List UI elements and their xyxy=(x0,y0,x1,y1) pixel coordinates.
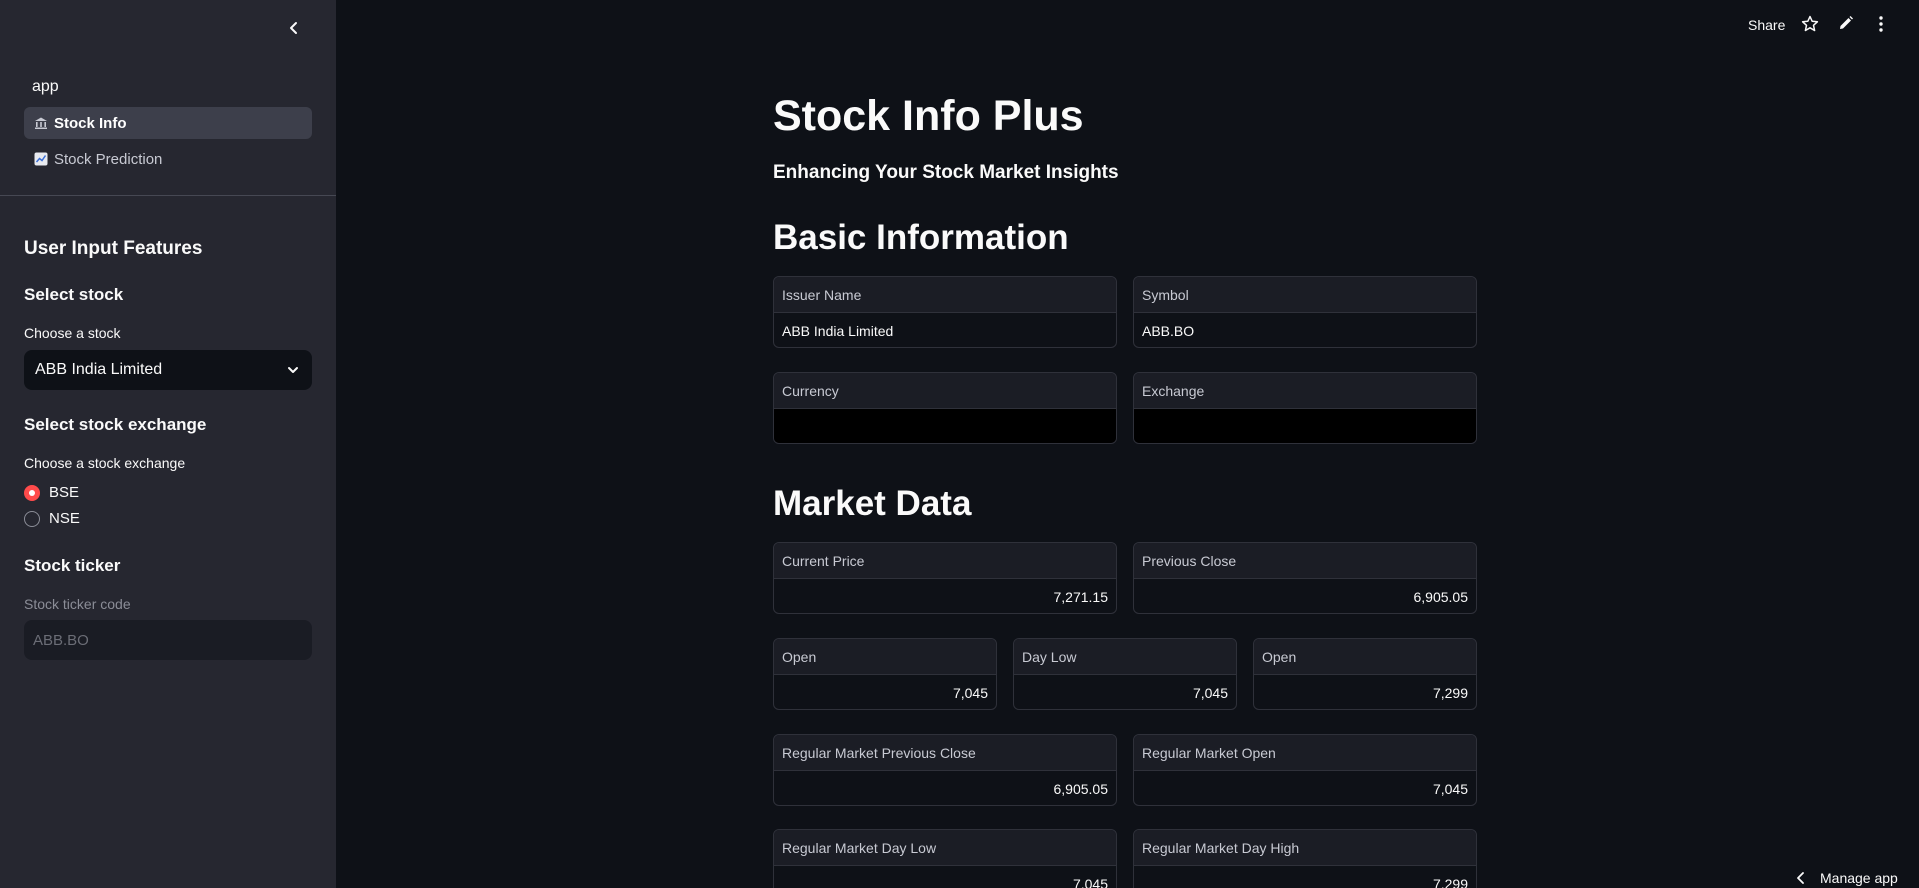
regular-market-day-low-label: Regular Market Day Low xyxy=(774,830,1116,866)
currency-value xyxy=(774,409,1116,443)
regular-market-day-low-card: Regular Market Day Low 7,045 xyxy=(773,829,1117,888)
radio-unselected-icon xyxy=(24,510,40,527)
open-label: Open xyxy=(774,639,996,675)
previous-close-value: 6,905.05 xyxy=(1413,588,1469,605)
regular-market-previous-close-card: Regular Market Previous Close 6,905.05 xyxy=(773,734,1117,806)
currency-label: Currency xyxy=(774,373,1116,409)
more-vertical-icon xyxy=(1879,16,1883,32)
symbol-value: ABB.BO xyxy=(1142,322,1195,339)
chevron-down-icon xyxy=(288,367,298,373)
pencil-icon xyxy=(1840,16,1853,29)
page-title: Stock Info Plus xyxy=(773,92,1084,140)
symbol-label: Symbol xyxy=(1134,277,1476,313)
regular-market-day-low-value: 7,045 xyxy=(1072,875,1108,888)
previous-close-card: Previous Close 6,905.05 xyxy=(1133,542,1477,614)
exchange-label: Exchange xyxy=(1134,373,1476,409)
bank-icon xyxy=(34,116,48,130)
current-price-card: Current Price 7,271.15 xyxy=(773,542,1117,614)
chevron-left-icon xyxy=(1797,872,1804,884)
stock-select-value: ABB India Limited xyxy=(35,361,163,378)
exchange-value xyxy=(1134,409,1476,443)
radio-label: BSE xyxy=(49,484,80,501)
issuer-name-label: Issuer Name xyxy=(774,277,1116,313)
edit-button[interactable] xyxy=(1838,15,1854,31)
sidebar-divider xyxy=(0,195,336,196)
regular-market-open-label: Regular Market Open xyxy=(1134,735,1476,771)
issuer-name-card: Issuer Name ABB India Limited xyxy=(773,276,1117,348)
select-exchange-heading: Select stock exchange xyxy=(24,415,207,434)
star-button[interactable] xyxy=(1801,15,1819,33)
select-stock-heading: Select stock xyxy=(24,285,124,304)
chart-icon xyxy=(34,152,48,166)
choose-exchange-label: Choose a stock exchange xyxy=(24,455,186,471)
nav-item-label: Stock Prediction xyxy=(54,150,163,168)
open-label: Open xyxy=(1254,639,1476,675)
radio-bse[interactable]: BSE xyxy=(24,484,79,501)
user-input-heading: User Input Features xyxy=(24,238,203,259)
previous-close-label: Previous Close xyxy=(1134,543,1476,579)
basic-info-heading: Basic Information xyxy=(773,218,1069,257)
day-low-value: 7,045 xyxy=(1192,684,1228,701)
choose-stock-label: Choose a stock xyxy=(24,325,121,341)
symbol-card: Symbol ABB.BO xyxy=(1133,276,1477,348)
regular-market-open-value: 7,045 xyxy=(1432,780,1468,797)
regular-market-previous-close-label: Regular Market Previous Close xyxy=(774,735,1116,771)
currency-card: Currency xyxy=(773,372,1117,444)
page-subtitle: Enhancing Your Stock Market Insights xyxy=(773,162,1119,183)
radio-selected-icon xyxy=(24,484,40,501)
regular-market-day-high-value: 7,299 xyxy=(1432,875,1468,888)
open-value: 7,045 xyxy=(952,684,988,701)
nav-item-stock-prediction[interactable]: Stock Prediction xyxy=(24,143,312,175)
regular-market-previous-close-value: 6,905.05 xyxy=(1053,780,1109,797)
more-menu-button[interactable] xyxy=(1874,15,1888,33)
radio-nse[interactable]: NSE xyxy=(24,510,80,527)
current-price-value: 7,271.15 xyxy=(1053,588,1109,605)
ticker-input[interactable]: ABB.BO xyxy=(24,620,312,660)
open-value: 7,299 xyxy=(1432,684,1468,701)
chevron-left-icon xyxy=(290,22,297,34)
nav-title[interactable]: app xyxy=(32,78,59,96)
issuer-name-value: ABB India Limited xyxy=(782,322,894,339)
collapse-sidebar-button[interactable] xyxy=(282,16,306,40)
ticker-label: Stock ticker code xyxy=(24,596,131,612)
sidebar: app Stock Info Stock Prediction User Inp… xyxy=(0,0,336,888)
manage-app-label: Manage app xyxy=(1820,870,1898,886)
stock-select[interactable]: ABB India Limited xyxy=(24,350,312,390)
current-price-label: Current Price xyxy=(774,543,1116,579)
open-card-2: Open 7,299 xyxy=(1253,638,1477,710)
radio-label: NSE xyxy=(49,510,80,527)
exchange-card: Exchange xyxy=(1133,372,1477,444)
nav-item-stock-info[interactable]: Stock Info xyxy=(24,107,312,139)
open-card: Open 7,045 xyxy=(773,638,997,710)
manage-app-button[interactable]: Manage app xyxy=(1796,870,1898,886)
market-data-heading: Market Data xyxy=(773,484,972,523)
regular-market-open-card: Regular Market Open 7,045 xyxy=(1133,734,1477,806)
day-low-card: Day Low 7,045 xyxy=(1013,638,1237,710)
regular-market-day-high-label: Regular Market Day High xyxy=(1134,830,1476,866)
nav-item-label: Stock Info xyxy=(54,114,127,132)
ticker-input-value: ABB.BO xyxy=(33,631,89,649)
day-low-label: Day Low xyxy=(1014,639,1236,675)
ticker-heading: Stock ticker xyxy=(24,556,121,575)
star-icon xyxy=(1801,15,1819,32)
regular-market-day-high-card: Regular Market Day High 7,299 xyxy=(1133,829,1477,888)
share-button[interactable]: Share xyxy=(1748,17,1785,33)
